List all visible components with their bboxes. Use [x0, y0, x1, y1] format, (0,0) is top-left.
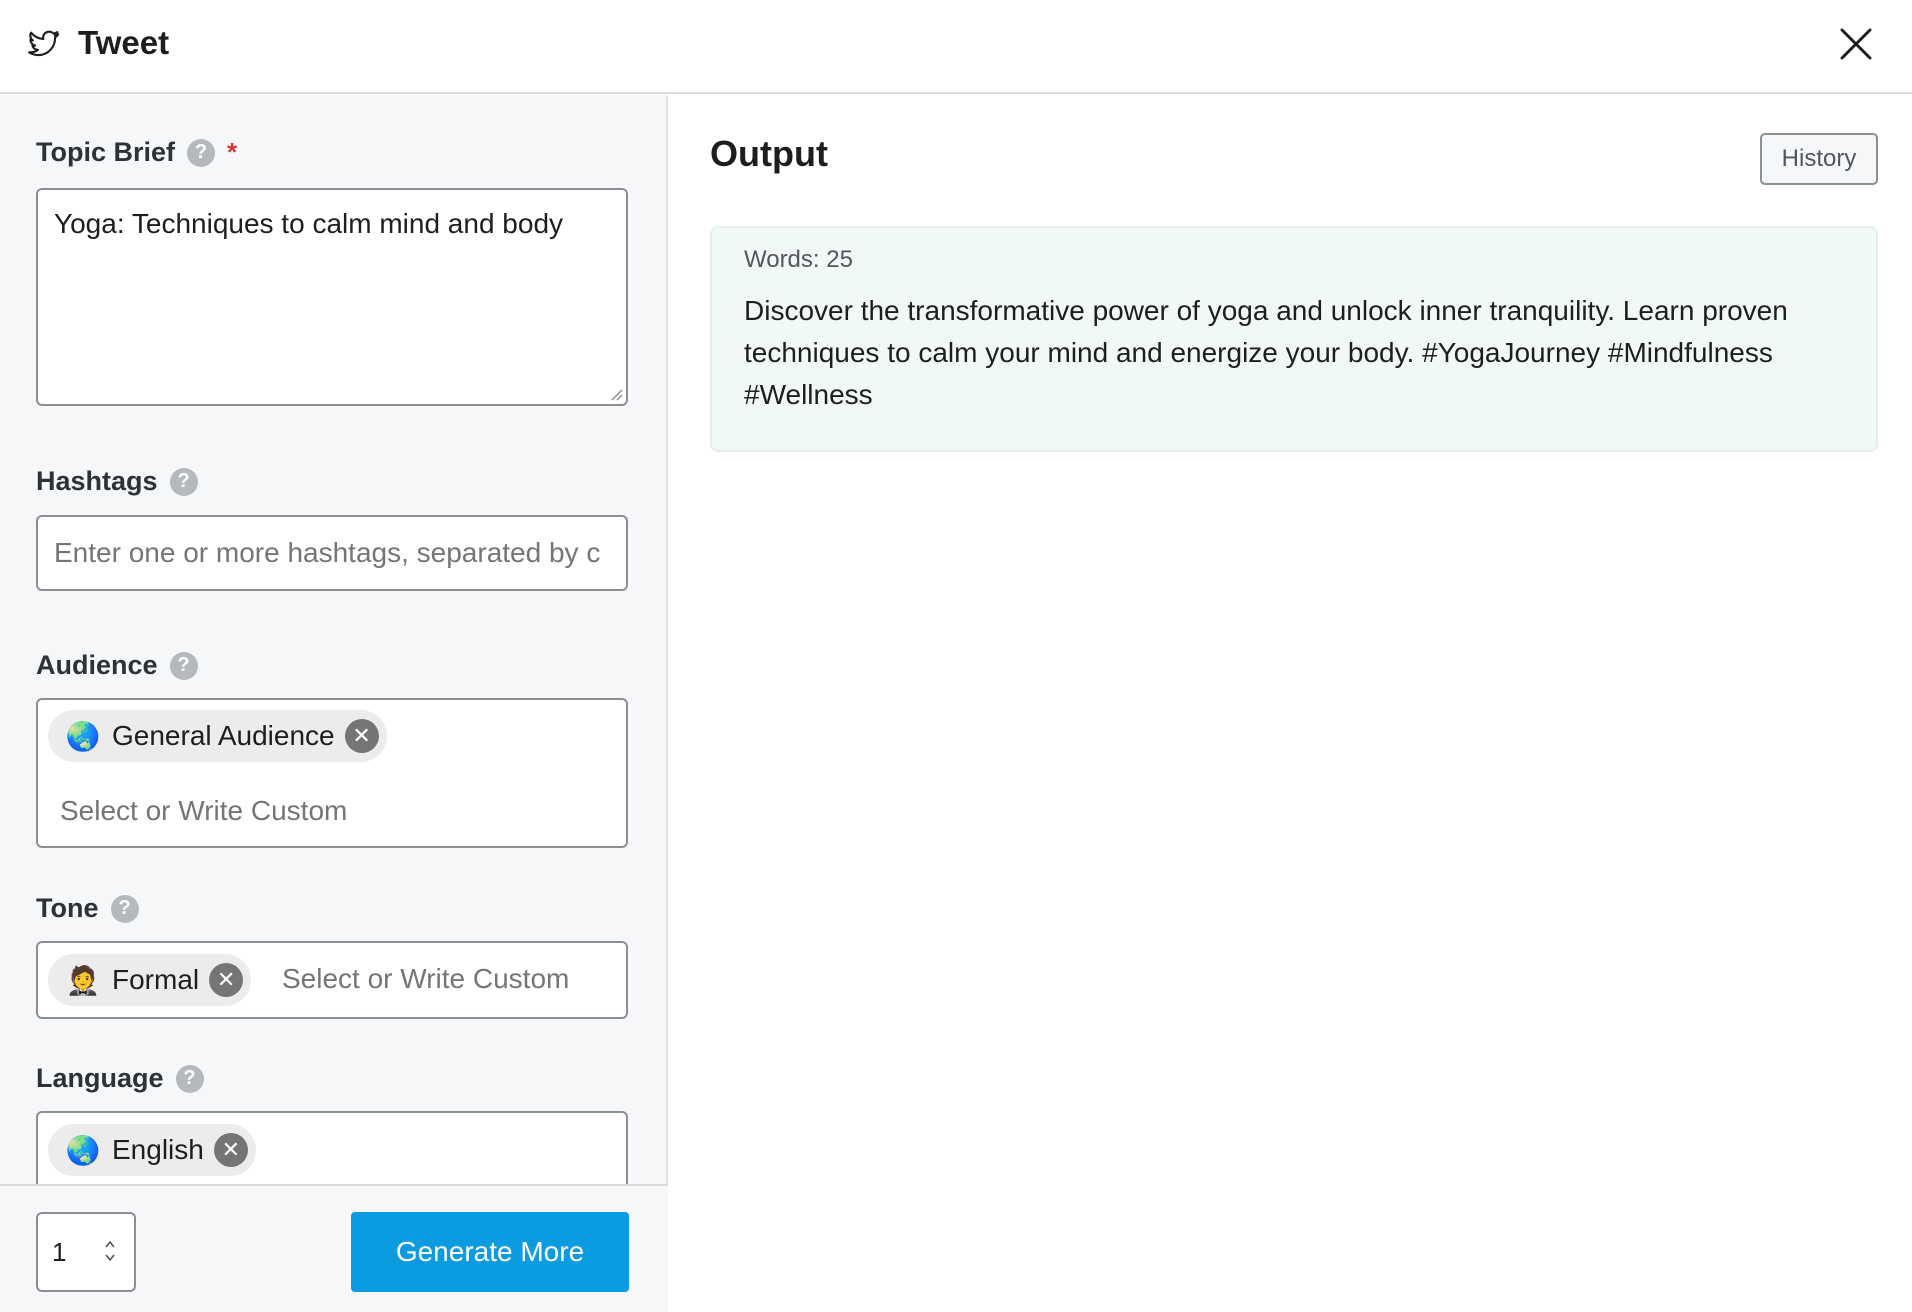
output-title: Output	[710, 133, 828, 174]
twitter-bird-icon	[28, 30, 60, 57]
audience-placeholder[interactable]: Select or Write Custom	[60, 795, 347, 827]
help-icon[interactable]: ?	[187, 138, 216, 167]
audience-multiselect[interactable]: 🌏 General Audience ✕ Select or Write Cus…	[36, 698, 628, 848]
tone-label-text: Tone	[36, 893, 99, 923]
output-count-value: 1	[52, 1236, 67, 1267]
resize-handle-icon[interactable]	[609, 387, 623, 401]
input-panel: Topic Brief ? * Yoga: Techniques to calm…	[0, 95, 668, 1312]
remove-chip-icon[interactable]: ✕	[344, 719, 379, 753]
language-chip: 🌏 English ✕	[48, 1124, 256, 1176]
output-count-input[interactable]: 1	[36, 1212, 136, 1292]
tone-chip: 🤵 Formal ✕	[48, 954, 252, 1006]
tone-chip-label: Formal	[112, 964, 200, 995]
remove-chip-icon[interactable]: ✕	[209, 963, 244, 997]
output-text[interactable]: Discover the transformative power of yog…	[744, 290, 1844, 416]
output-result-card: Words: 25 Discover the transformative po…	[710, 226, 1878, 452]
modal-title: Tweet	[78, 24, 170, 61]
close-icon[interactable]	[1836, 24, 1876, 64]
word-count: Words: 25	[744, 246, 853, 273]
required-indicator: *	[227, 137, 238, 167]
modal-header: Tweet	[0, 0, 1912, 94]
language-label-text: Language	[36, 1063, 164, 1093]
action-footer: 1 Generate More	[0, 1184, 668, 1312]
tone-multiselect[interactable]: 🤵 Formal ✕ Select or Write Custom	[36, 941, 628, 1019]
language-chip-label: English	[112, 1134, 204, 1165]
help-icon[interactable]: ?	[110, 894, 139, 923]
help-icon[interactable]: ?	[169, 651, 198, 680]
history-button[interactable]: History	[1760, 133, 1878, 185]
globe-icon: 🌏	[65, 720, 101, 752]
remove-chip-icon[interactable]: ✕	[213, 1133, 248, 1167]
language-label: Language ?	[36, 1063, 204, 1094]
audience-label: Audience ?	[36, 650, 198, 681]
hashtags-input[interactable]: Enter one or more hashtags, separated by…	[36, 515, 628, 591]
tone-placeholder[interactable]: Select or Write Custom	[282, 963, 569, 995]
audience-chip: 🌏 General Audience ✕	[48, 710, 387, 762]
topic-brief-label-text: Topic Brief	[36, 137, 176, 167]
help-icon[interactable]: ?	[175, 1064, 204, 1093]
hashtags-label-text: Hashtags	[36, 466, 158, 496]
topic-brief-value: Yoga: Techniques to calm mind and body	[54, 208, 564, 239]
topic-brief-textarea[interactable]: Yoga: Techniques to calm mind and body	[36, 188, 628, 406]
hashtags-placeholder: Enter one or more hashtags, separated by…	[54, 537, 601, 568]
audience-chip-label: General Audience	[112, 720, 335, 751]
audience-label-text: Audience	[36, 650, 158, 680]
help-icon[interactable]: ?	[169, 467, 198, 496]
output-panel: Output History Words: 25 Discover the tr…	[670, 95, 1912, 1312]
generate-more-button[interactable]: Generate More	[351, 1212, 629, 1292]
hashtags-label: Hashtags ?	[36, 466, 198, 497]
person-in-tuxedo-icon: 🤵	[65, 964, 101, 996]
number-spinner-icon[interactable]	[102, 1236, 118, 1266]
tone-label: Tone ?	[36, 893, 139, 924]
topic-brief-label: Topic Brief ? *	[36, 137, 237, 168]
globe-icon: 🌏	[65, 1134, 101, 1166]
